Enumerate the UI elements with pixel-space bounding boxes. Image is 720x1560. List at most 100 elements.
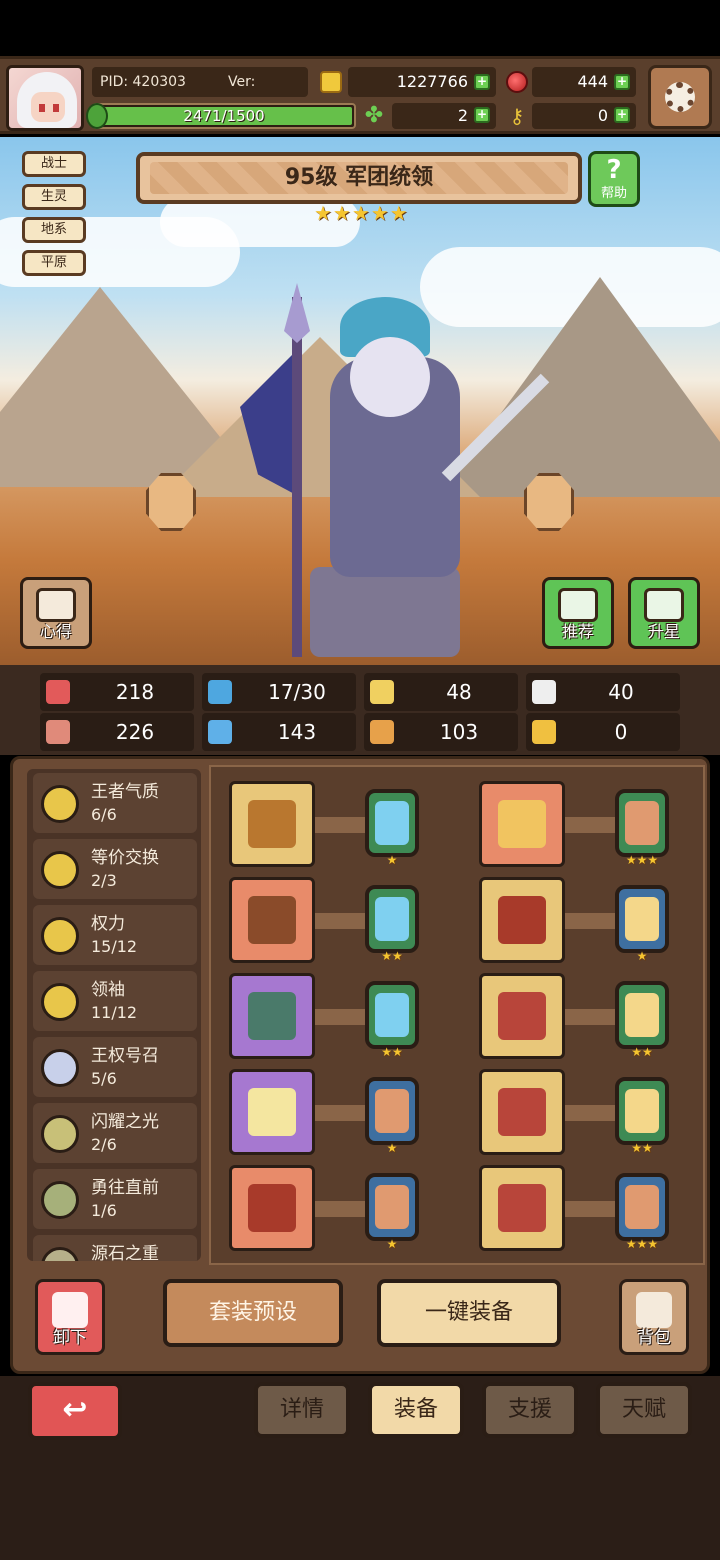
key-amount: 0 xyxy=(597,106,608,125)
rune-slot[interactable] xyxy=(365,789,419,857)
rune-slot[interactable] xyxy=(615,1077,669,1145)
exp-bar: 2471/1500 xyxy=(86,103,356,129)
tag-race[interactable]: 生灵 xyxy=(22,184,86,210)
set-medal-icon xyxy=(41,785,79,823)
tab-support[interactable]: 支援 xyxy=(482,1382,578,1438)
help-button[interactable]: ? 帮助 xyxy=(588,151,640,207)
set-medal-icon xyxy=(41,851,79,889)
settings-button[interactable] xyxy=(648,65,712,129)
set-medal-icon xyxy=(41,983,79,1021)
set-name: 等价交换 xyxy=(91,848,159,868)
star-up-button[interactable]: 升星 xyxy=(628,577,700,649)
prev-hero-button[interactable] xyxy=(146,473,196,531)
set-count: 5/6 xyxy=(91,1069,117,1088)
equipment-panel: 王者气质 6/6 等价交换 2/3 权力 15/12 领袖 11/12 王权号召 5/6 闪耀之光 2… xyxy=(10,756,710,1374)
set-bonus-item[interactable]: 王者气质 6/6 xyxy=(33,773,197,833)
set-bonus-item[interactable]: 王权号召 5/6 xyxy=(33,1037,197,1097)
tag-element[interactable]: 地系 xyxy=(22,217,86,243)
set-bonus-item[interactable]: 等价交换 2/3 xyxy=(33,839,197,899)
action-row: 卸下 套装预设 一键装备 背包 xyxy=(13,1269,713,1369)
stat-box: 17/30 xyxy=(202,673,356,711)
equip-slot-boots[interactable] xyxy=(479,1165,565,1251)
set-bonus-item[interactable]: 闪耀之光 2/6 xyxy=(33,1103,197,1163)
add-key-button[interactable]: + xyxy=(614,107,630,123)
gloves-icon xyxy=(498,992,546,1040)
equip-slot-shield[interactable] xyxy=(229,877,315,963)
question-icon: ? xyxy=(606,155,622,185)
backpack-label: 背包 xyxy=(637,1328,671,1348)
unequip-button[interactable]: 卸下 xyxy=(35,1279,105,1355)
help-label: 帮助 xyxy=(600,186,627,201)
banner-flag xyxy=(240,347,300,497)
set-preset-button[interactable]: 套装预设 xyxy=(163,1279,343,1347)
ruby-gem-icon xyxy=(506,71,528,93)
water-drop-icon xyxy=(208,680,232,704)
tag-terrain[interactable]: 平原 xyxy=(22,250,86,276)
spear-shaft xyxy=(292,297,302,657)
equip-slot-gloves[interactable] xyxy=(479,973,565,1059)
hero-head xyxy=(350,337,430,417)
rune-slot[interactable] xyxy=(615,981,669,1049)
add-gold-button[interactable]: + xyxy=(474,74,490,90)
equip-slot-scepter[interactable] xyxy=(229,781,315,867)
tab-details[interactable]: 详情 xyxy=(254,1382,350,1438)
set-bonus-item[interactable]: 权力 15/12 xyxy=(33,905,197,965)
set-name: 权力 xyxy=(91,914,125,934)
exp-label: 2471/1500 xyxy=(183,107,265,125)
rune-slot[interactable] xyxy=(615,789,669,857)
stat-value: 218 xyxy=(115,680,155,704)
avatar-eye xyxy=(39,104,45,112)
hero-scene: 战士 生灵 地系 平原 95级 军团统领 ★★★★★ ? 帮助 心得 推荐 升星 xyxy=(0,137,720,665)
equip-slot-gem[interactable] xyxy=(229,1069,315,1155)
necklace-icon xyxy=(248,992,296,1040)
equip-slot-belt[interactable] xyxy=(479,1069,565,1155)
rune-slot[interactable] xyxy=(365,885,419,953)
set-medal-icon xyxy=(41,1049,79,1087)
fist-icon xyxy=(46,720,70,744)
set-bonus-item[interactable]: 勇往直前 1/6 xyxy=(33,1169,197,1229)
set-bonus-item[interactable]: 领袖 11/12 xyxy=(33,971,197,1031)
equip-slot-helmet[interactable] xyxy=(229,1165,315,1251)
set-bonus-item[interactable]: 源石之重 xyxy=(33,1235,197,1261)
rune-slot[interactable] xyxy=(365,1173,419,1241)
rune-slot[interactable] xyxy=(615,885,669,953)
player-id-box: PID: 420303 Ver: 1.0.0.9 xyxy=(92,67,308,120)
slot-connector xyxy=(563,913,619,929)
key-counter: 0 + xyxy=(532,103,636,129)
equip-slot-crown[interactable] xyxy=(479,781,565,867)
rune-slot[interactable] xyxy=(615,1173,669,1241)
stat-box: 143 xyxy=(202,713,356,751)
player-avatar[interactable] xyxy=(6,65,84,131)
tab-talent[interactable]: 天赋 xyxy=(596,1382,692,1438)
clover-amount: 2 xyxy=(457,106,468,125)
top-bar: PID: 420303 Ver: 1.0.0.9 1227766 + 444 +… xyxy=(0,56,720,134)
set-bonus-list[interactable]: 王者气质 6/6 等价交换 2/3 权力 15/12 领袖 11/12 王权号召 5/6 闪耀之光 2… xyxy=(27,769,201,1261)
crown-icon xyxy=(498,800,546,848)
bottom-nav: ↩ 详情 装备 支援 天赋 xyxy=(0,1376,720,1560)
player-id: PID: 420303 xyxy=(100,74,186,90)
add-clover-button[interactable]: + xyxy=(474,107,490,123)
tab-equipment[interactable]: 装备 xyxy=(368,1382,464,1438)
rune-slot[interactable] xyxy=(365,1077,419,1145)
auto-equip-button[interactable]: 一键装备 xyxy=(377,1279,561,1347)
tag-class[interactable]: 战士 xyxy=(22,151,86,177)
next-hero-button[interactable] xyxy=(524,473,574,531)
stat-box: 0 xyxy=(526,713,680,751)
rune-slot[interactable] xyxy=(365,981,419,1049)
recommend-button[interactable]: 推荐 xyxy=(542,577,614,649)
set-count: 6/6 xyxy=(91,805,117,824)
equip-slot-necklace[interactable] xyxy=(229,973,315,1059)
rune-icon xyxy=(375,993,409,1037)
back-button[interactable]: ↩ xyxy=(28,1382,122,1440)
clover-counter: 2 + xyxy=(392,103,496,129)
guide-button[interactable]: 心得 xyxy=(20,577,92,649)
shield-icon xyxy=(248,896,296,944)
set-count: 2/6 xyxy=(91,1135,117,1154)
gem-amount: 444 xyxy=(577,72,608,91)
set-medal-icon xyxy=(41,1247,79,1261)
equip-slot-cape[interactable] xyxy=(479,877,565,963)
stat-value: 143 xyxy=(277,720,317,744)
hero-level-title: 95级 军团统领 xyxy=(284,165,434,190)
add-gem-button[interactable]: + xyxy=(614,74,630,90)
backpack-button[interactable]: 背包 xyxy=(619,1279,689,1355)
